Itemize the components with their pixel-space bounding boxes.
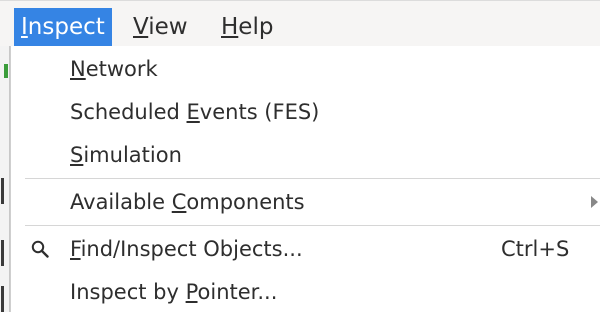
menu-item-label: Find/Inspect Objects...	[70, 229, 303, 269]
menu-bar: Inspect View Help	[0, 0, 600, 46]
menu-view[interactable]: View	[126, 8, 195, 46]
menu-item-network[interactable]: Network	[11, 49, 600, 89]
label-text: ind/Inspect Objects...	[80, 237, 303, 261]
menu-item-find-inspect-objects[interactable]: Find/Inspect Objects... Ctrl+S	[11, 229, 600, 269]
mnemonic: F	[70, 237, 81, 261]
menu-help[interactable]: Help	[214, 8, 280, 46]
mnemonic: C	[171, 190, 187, 214]
status-indicator	[4, 64, 8, 78]
label-text: ointer...	[197, 280, 278, 304]
menu-view-mnemonic: V	[133, 14, 149, 40]
menu-item-label: Available Components	[70, 182, 305, 222]
label-text: Scheduled	[70, 100, 187, 124]
submenu-arrow-icon	[591, 196, 598, 208]
menu-separator	[25, 178, 600, 179]
label-text: vents (FES)	[199, 100, 320, 124]
menu-item-label: Scheduled Events (FES)	[70, 92, 319, 132]
label-text: omponents	[186, 190, 305, 214]
label-text: etwork	[85, 57, 158, 81]
label-text: Available	[70, 190, 172, 214]
shortcut-label: Ctrl+S	[501, 237, 570, 261]
underlying-widget-fragment	[1, 178, 4, 204]
menu-inspect-mnemonic: I	[21, 14, 28, 40]
menu-item-available-components[interactable]: Available Components	[11, 182, 600, 222]
menu-item-simulation[interactable]: Simulation	[11, 135, 600, 175]
menu-item-label: Network	[70, 49, 158, 89]
underlying-widget-fragment	[1, 286, 4, 312]
menu-item-inspect-by-pointer[interactable]: Inspect by Pointer...	[11, 272, 600, 312]
menu-view-label: iew	[148, 14, 188, 40]
label-text: Inspect by	[70, 280, 186, 304]
inspect-dropdown-menu: Network Scheduled Events (FES) Simulatio…	[10, 46, 600, 312]
menu-item-label: Inspect by Pointer...	[70, 272, 277, 312]
search-icon	[31, 240, 49, 258]
mnemonic: N	[70, 57, 86, 81]
label-text: imulation	[83, 143, 182, 167]
menu-help-label: elp	[238, 14, 274, 40]
mnemonic: P	[185, 280, 198, 304]
mnemonic: S	[70, 143, 84, 167]
underlying-widget-fragment	[1, 240, 4, 266]
menu-item-label: Simulation	[70, 135, 182, 175]
menu-item-scheduled-events[interactable]: Scheduled Events (FES)	[11, 92, 600, 132]
menu-inspect-label: nspect	[27, 14, 105, 40]
menu-help-mnemonic: H	[221, 14, 239, 40]
mnemonic: E	[186, 100, 200, 124]
menu-inspect[interactable]: Inspect	[14, 8, 112, 46]
app-window: Inspect View Help Network Scheduled Even…	[0, 0, 600, 312]
menu-separator	[25, 225, 600, 226]
